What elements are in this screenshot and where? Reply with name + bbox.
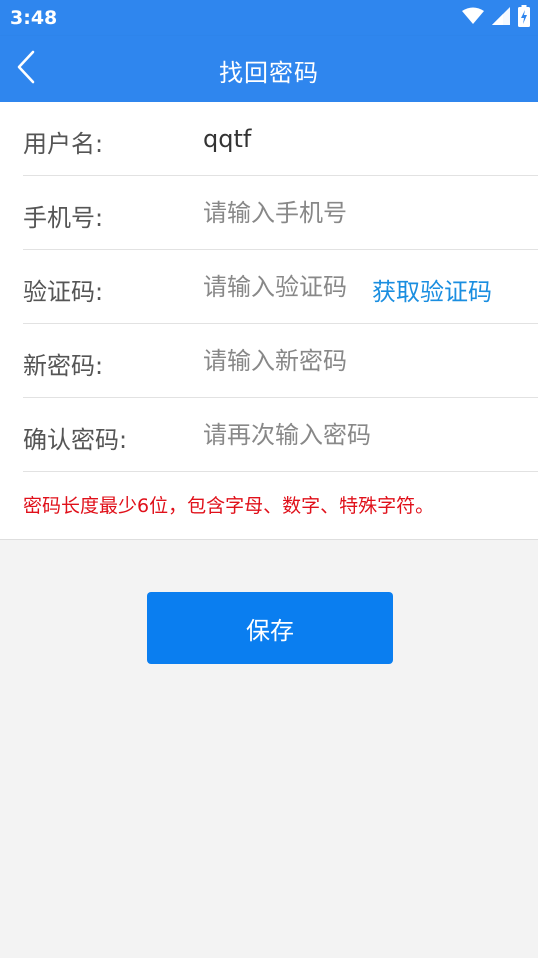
username-row: 用户名: — [23, 102, 538, 176]
phone-label: 手机号: — [23, 204, 104, 232]
new-password-field[interactable] — [203, 344, 503, 378]
confirm-password-row: 确认密码: — [23, 398, 538, 472]
phone-row: 手机号: — [23, 176, 538, 250]
status-time: 3:48 — [10, 7, 58, 29]
username-label: 用户名: — [23, 130, 104, 158]
status-icons — [462, 5, 530, 31]
save-button[interactable]: 保存 — [147, 592, 393, 664]
new-password-row: 新密码: — [23, 324, 538, 398]
signal-icon — [492, 7, 510, 29]
app-bar: 找回密码 — [0, 36, 538, 102]
code-field[interactable] — [203, 270, 368, 304]
confirm-password-label: 确认密码: — [23, 426, 128, 454]
code-label: 验证码: — [23, 278, 104, 306]
reset-password-form: 用户名: 手机号: 验证码: 获取验证码 新密码: 确认密码: 密码长度最少6位… — [0, 102, 538, 540]
wifi-icon — [462, 7, 484, 29]
confirm-password-field[interactable] — [203, 418, 503, 452]
battery-icon — [518, 5, 530, 31]
username-field[interactable] — [203, 122, 503, 156]
code-row: 验证码: 获取验证码 — [23, 250, 538, 324]
status-bar: 3:48 — [0, 0, 538, 36]
password-hint: 密码长度最少6位，包含字母、数字、特殊字符。 — [23, 495, 435, 517]
phone-field[interactable] — [203, 196, 503, 230]
page-title: 找回密码 — [219, 59, 319, 87]
new-password-label: 新密码: — [23, 352, 104, 380]
get-code-button[interactable]: 获取验证码 — [372, 272, 492, 307]
